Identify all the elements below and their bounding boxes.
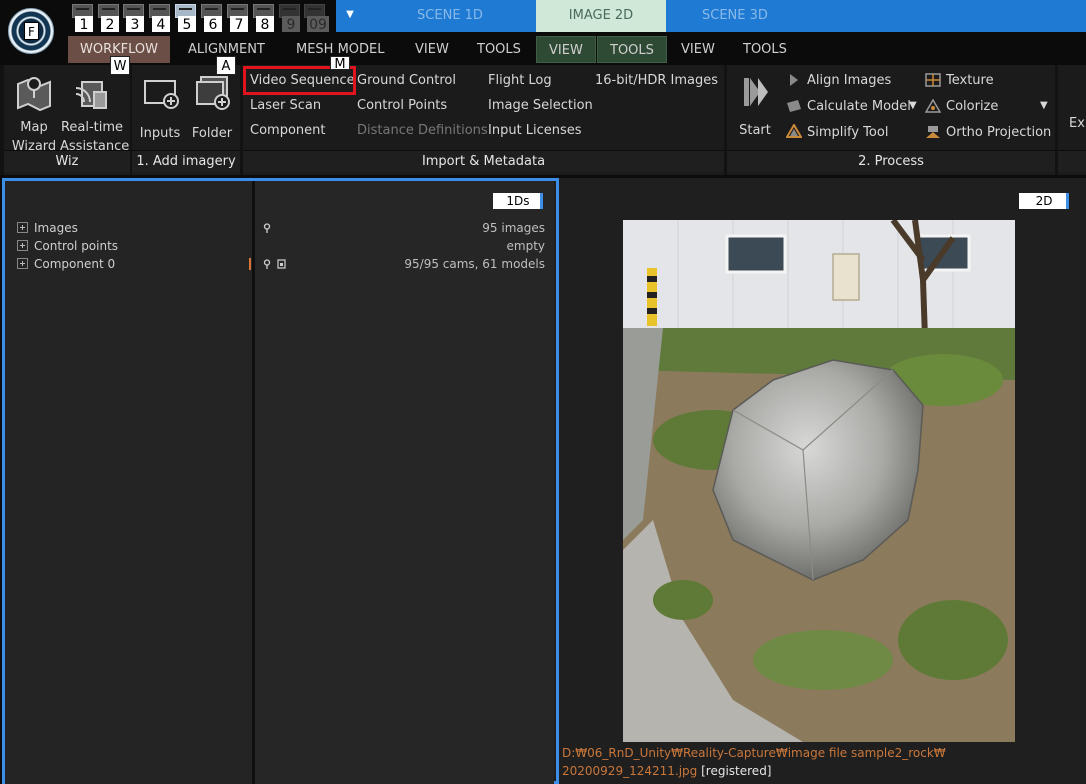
tab-scene-3d[interactable]: SCENE 3D xyxy=(666,0,1086,32)
simplify-tool-button[interactable]: Simplify Tool xyxy=(807,125,888,141)
expand-icon[interactable] xyxy=(17,240,28,251)
layout-tab-5[interactable]: 5 xyxy=(173,4,198,34)
image-viewer[interactable] xyxy=(623,220,1015,742)
map-wizard-icon xyxy=(17,77,51,112)
group-footer-process: 2. Process xyxy=(727,150,1055,172)
location-pin-icon xyxy=(263,259,271,269)
app-menu-key: F xyxy=(24,22,39,40)
menu-view-3d[interactable]: VIEW xyxy=(669,36,727,63)
tab-scene-1d[interactable]: SCENE 1D xyxy=(364,0,536,32)
tree-value-images: 95 images xyxy=(482,221,545,235)
start-icon xyxy=(744,78,768,106)
component-button[interactable]: Component xyxy=(250,123,325,139)
chevron-down-icon[interactable]: ▼ xyxy=(336,0,364,32)
expand-icon[interactable] xyxy=(17,222,28,233)
keytip-folder: A xyxy=(216,56,236,75)
colorize-button[interactable]: Colorize xyxy=(946,99,998,115)
view-type-badge[interactable]: 2D xyxy=(1019,193,1069,209)
rock-photo xyxy=(623,220,1015,742)
input-licenses-button[interactable]: Input Licenses xyxy=(488,123,582,139)
location-pin-icon xyxy=(263,223,271,233)
export-button[interactable]: Exp xyxy=(1069,116,1086,132)
image-selection-button[interactable]: Image Selection xyxy=(488,98,593,114)
laser-scan-button[interactable]: Laser Scan xyxy=(250,98,321,114)
tree-item-component-0[interactable]: Component 0 xyxy=(17,255,115,273)
layout-tab-6[interactable]: 6 xyxy=(199,4,224,34)
app-logo[interactable]: F xyxy=(8,8,54,54)
menu-tools-2d[interactable]: TOOLS xyxy=(597,36,667,63)
menu-view[interactable]: VIEW xyxy=(403,36,461,63)
map-wizard-button[interactable]: Map Wizard xyxy=(8,70,60,154)
texture-button[interactable]: Texture xyxy=(946,73,994,89)
layout-tab-7[interactable]: 7 xyxy=(225,4,250,34)
inputs-button[interactable]: Inputs xyxy=(136,70,184,150)
keytip-video-sequence: M xyxy=(330,56,350,70)
realtime-assistance-button[interactable]: Real-time Assistance xyxy=(60,70,129,154)
ground-control-button[interactable]: Ground Control xyxy=(357,73,456,89)
ortho-projection-button[interactable]: Ortho Projection xyxy=(946,125,1051,141)
layout-tab-4[interactable]: 4 xyxy=(147,4,172,34)
align-images-icon xyxy=(790,74,798,86)
layout-tab-09[interactable]: 09 xyxy=(302,4,330,34)
calculate-model-icon xyxy=(787,100,801,112)
add-image-icon xyxy=(144,80,179,109)
layout-tab-2[interactable]: 2 xyxy=(96,4,121,34)
tree-item-control-points[interactable]: Control points xyxy=(17,237,118,255)
model-icon xyxy=(277,259,286,269)
group-footer-import-metadata: Import & Metadata xyxy=(243,150,724,172)
keytip-workflow: W xyxy=(110,56,130,75)
image-path-line1: D:₩06_RnD_Unity₩Reality-Capture₩image fi… xyxy=(562,746,946,760)
group-footer-wiz: Wiz xyxy=(4,150,130,172)
layout-tab-9[interactable]: 9 xyxy=(277,4,302,34)
tree-item-images[interactable]: Images xyxy=(17,219,78,237)
hdr-images-button[interactable]: 16-bit/HDR Images xyxy=(595,73,718,89)
tree-value-control-points: empty xyxy=(506,239,546,253)
image-path-line2: 20200929_124211.jpg [registered] xyxy=(562,762,772,780)
tab-image-2d[interactable]: IMAGE 2D xyxy=(536,0,666,32)
process-dropdown-icon[interactable]: ▼ xyxy=(1040,98,1048,114)
layout-tab-8[interactable]: 8 xyxy=(251,4,276,34)
ortho-projection-icon xyxy=(926,126,940,138)
tree-value-component-0: 95/95 cams, 61 models xyxy=(404,257,545,271)
realtime-assistance-icon xyxy=(75,81,107,109)
expand-icon[interactable] xyxy=(17,258,28,269)
layout-tab-1[interactable]: 1 xyxy=(70,4,95,34)
menu-tools-3d[interactable]: TOOLS xyxy=(731,36,799,63)
registration-status: [registered] xyxy=(701,764,772,778)
start-button[interactable]: Start xyxy=(735,70,775,150)
folder-button[interactable]: Folder xyxy=(188,70,236,150)
calculate-model-dropdown-icon[interactable]: ▼ xyxy=(909,98,917,114)
add-folder-icon xyxy=(196,76,230,110)
active-component-marker xyxy=(249,258,251,270)
menu-view-2d[interactable]: VIEW xyxy=(536,36,596,63)
calculate-model-button[interactable]: Calculate Model xyxy=(807,99,911,115)
colorize-icon xyxy=(925,99,941,113)
simplify-tool-icon xyxy=(786,124,802,138)
texture-icon xyxy=(925,73,941,87)
group-footer-export xyxy=(1058,150,1086,172)
image-filename: 20200929_124211.jpg xyxy=(562,764,698,778)
layout-tab-3[interactable]: 3 xyxy=(121,4,146,34)
video-sequence-highlight xyxy=(243,66,356,95)
flight-log-button[interactable]: Flight Log xyxy=(488,73,552,89)
panel-type-badge[interactable]: 1Ds xyxy=(493,193,543,209)
distance-definitions-button[interactable]: Distance Definitions xyxy=(357,123,488,139)
group-footer-add-imagery: 1. Add imagery xyxy=(132,150,240,172)
menu-tools[interactable]: TOOLS xyxy=(465,36,533,63)
align-images-button[interactable]: Align Images xyxy=(807,73,891,89)
control-points-button[interactable]: Control Points xyxy=(357,98,447,114)
